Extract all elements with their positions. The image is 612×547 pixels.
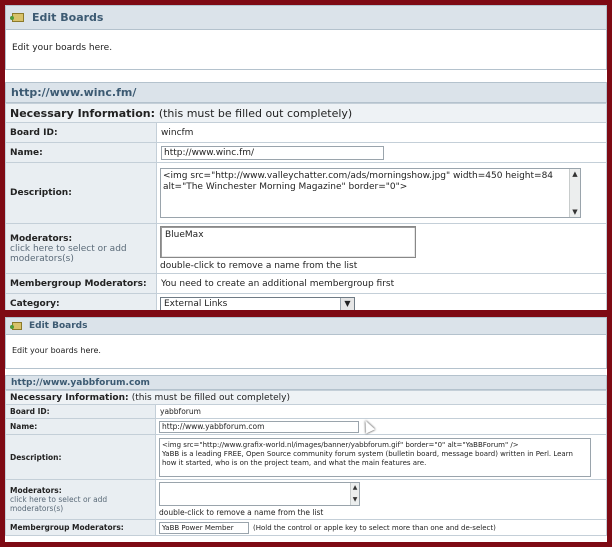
scroll-up-icon[interactable]: ▲: [570, 169, 580, 179]
moderators-list[interactable]: BlueMax: [160, 226, 416, 258]
membergroup-label: Membergroup Moderators:: [5, 273, 157, 294]
membergroup-hint: (Hold the control or apple key to select…: [253, 523, 496, 532]
description-label: Description:: [5, 162, 157, 224]
description-text-line2: YaBB is a leading FREE, Open Source comm…: [162, 449, 573, 467]
board-id-label: Board ID:: [5, 404, 156, 419]
membergroup-select[interactable]: YaBB Power Member: [159, 521, 249, 534]
intro-text: Edit your boards here.: [12, 346, 101, 355]
scroll-up-icon[interactable]: ▲: [351, 483, 359, 493]
intro-box: Edit your boards here.: [5, 30, 607, 70]
moderators-label: Moderators:: [10, 233, 73, 244]
description-text-line1: <img src="http://www.grafix-world.nl/ima…: [162, 440, 519, 449]
moderators-scrollbar[interactable]: ▲ ▼: [350, 483, 359, 505]
description-label: Description:: [5, 434, 156, 480]
necessary-info-title: Necessary Information:: [10, 392, 129, 403]
mouse-cursor-icon: [360, 418, 376, 434]
membergroup-value: You need to create an additional memberg…: [156, 273, 607, 294]
board-id-label: Board ID:: [5, 122, 157, 143]
scroll-down-icon[interactable]: ▼: [351, 495, 359, 505]
name-field[interactable]: http://www.winc.fm/: [161, 145, 384, 160]
moderators-list[interactable]: ▲ ▼: [159, 482, 360, 506]
membergroup-option[interactable]: YaBB Power Member: [162, 524, 234, 532]
header-title: Edit Boards: [32, 11, 104, 24]
category-select[interactable]: External Links ▼: [160, 296, 355, 310]
necessary-info-row: Necessary Information: (this must be fil…: [5, 103, 607, 123]
moderators-hint: double-click to remove a name from the l…: [160, 261, 358, 271]
intro-box: Edit your boards here.: [5, 335, 607, 369]
edit-boards-panel-yabb: Edit Boards Edit your boards here. http:…: [5, 317, 607, 542]
board-url: http://www.winc.fm/: [11, 86, 137, 99]
edit-boards-header: Edit Boards: [5, 5, 607, 30]
moderators-hint: double-click to remove a name from the l…: [159, 508, 324, 517]
moderators-select-link[interactable]: click here to select or add moderators(s…: [10, 244, 156, 264]
board-id-value: wincfm: [156, 122, 607, 143]
name-field[interactable]: http://www.yabbforum.com: [159, 420, 359, 433]
name-label: Name:: [5, 418, 156, 435]
moderators-label-cell[interactable]: Moderators: click here to select or add …: [5, 479, 156, 520]
board-url-header: http://www.winc.fm/: [5, 82, 607, 103]
moderator-item[interactable]: BlueMax: [165, 230, 411, 240]
edit-boards-panel-winc: Edit Boards Edit your boards here. http:…: [5, 5, 607, 310]
description-textarea[interactable]: <img src="http://www.valleychatter.com/a…: [160, 168, 581, 218]
board-id-value: yabbforum: [155, 404, 607, 419]
board-icon: [10, 322, 22, 330]
necessary-info-note: (this must be filled out completely): [131, 392, 290, 403]
necessary-info-note: (this must be filled out completely): [158, 106, 353, 120]
name-label: Name:: [5, 142, 157, 163]
necessary-info-row: Necessary Information: (this must be fil…: [5, 390, 607, 405]
scroll-down-icon[interactable]: ▼: [570, 207, 580, 217]
description-scrollbar[interactable]: ▲ ▼: [569, 169, 580, 217]
membergroup-label: Membergroup Moderators:: [5, 519, 156, 536]
intro-text: Edit your boards here.: [12, 43, 113, 53]
board-icon: [10, 13, 24, 22]
chevron-down-icon[interactable]: ▼: [340, 297, 354, 310]
board-form: Necessary Information: (this must be fil…: [5, 390, 607, 536]
edit-boards-header: Edit Boards: [5, 317, 607, 335]
moderators-select-link[interactable]: click here to select or add moderators(s…: [10, 495, 155, 513]
board-url-header: http://www.yabbforum.com: [5, 375, 607, 390]
header-title: Edit Boards: [29, 321, 88, 331]
board-form: Necessary Information: (this must be fil…: [5, 103, 607, 310]
moderators-label-cell[interactable]: Moderators: click here to select or add …: [5, 223, 157, 274]
board-url: http://www.yabbforum.com: [11, 377, 150, 388]
category-selected: External Links: [164, 298, 228, 309]
necessary-info-title: Necessary Information:: [10, 106, 155, 120]
category-label: Category:: [5, 293, 157, 310]
description-text: <img src="http://www.valleychatter.com/a…: [163, 171, 554, 192]
moderators-label: Moderators:: [10, 486, 62, 495]
description-textarea[interactable]: <img src="http://www.grafix-world.nl/ima…: [159, 437, 591, 477]
